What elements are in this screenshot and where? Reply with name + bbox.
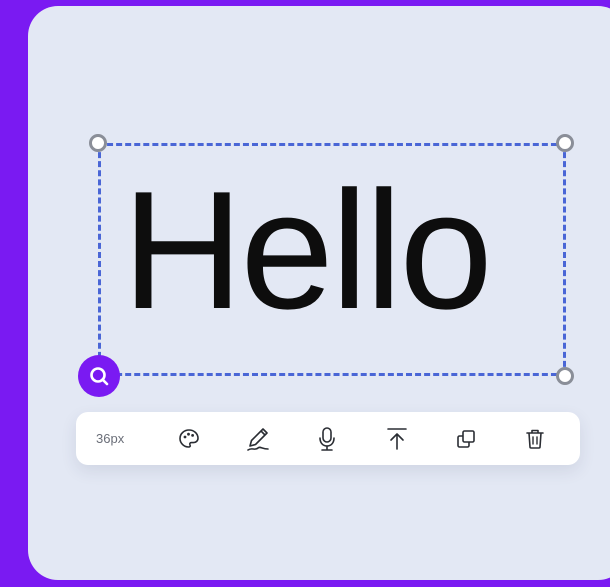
resize-handle-top-right[interactable] — [556, 134, 574, 152]
duplicate-icon — [457, 429, 475, 448]
bring-to-front-button[interactable] — [362, 412, 431, 465]
draw-button[interactable] — [223, 412, 292, 465]
text-element[interactable]: Hello — [122, 166, 493, 334]
palette-icon — [178, 428, 199, 448]
trash-icon — [526, 429, 545, 449]
rotate-icon — [90, 367, 109, 386]
microphone-icon — [319, 426, 336, 451]
resize-handle-bottom-right[interactable] — [556, 367, 574, 385]
duplicate-button[interactable] — [431, 412, 500, 465]
rotate-handle[interactable] — [78, 355, 120, 397]
voice-button[interactable] — [293, 412, 362, 465]
delete-button[interactable] — [501, 412, 570, 465]
color-button[interactable] — [154, 412, 223, 465]
pen-icon — [247, 427, 269, 451]
resize-handle-top-left[interactable] — [89, 134, 107, 152]
bring-to-front-icon — [386, 427, 407, 450]
font-size-label[interactable]: 36px — [96, 431, 154, 446]
text-toolbar: 36px — [76, 412, 580, 465]
